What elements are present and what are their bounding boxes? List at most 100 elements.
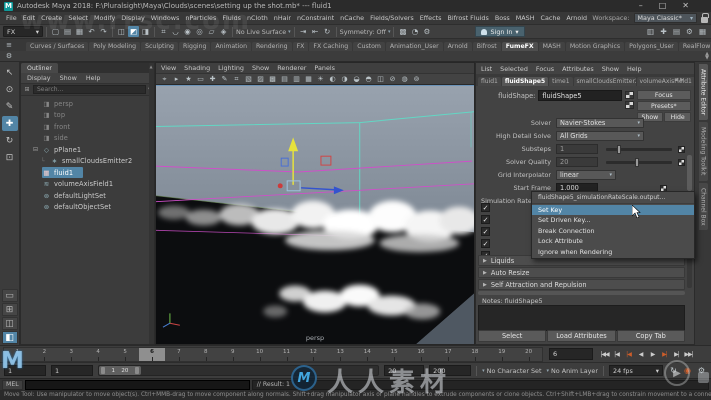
outliner-item[interactable]: ◨persp <box>21 98 154 110</box>
timeline-frame[interactable]: 14 <box>354 348 381 361</box>
play-backwards-button[interactable]: ◀ <box>635 351 646 358</box>
step-back-key-button[interactable]: |◀ <box>623 351 634 358</box>
select-tool-button[interactable]: ↖ <box>2 65 18 80</box>
workspace-selector[interactable]: Maya Classic*▾ <box>634 13 697 23</box>
menu-item[interactable]: Create <box>38 14 65 22</box>
timeline-frame[interactable]: 3 <box>58 348 85 361</box>
shelf-tab[interactable]: Motion Graphics <box>566 42 624 51</box>
attribute-editor-menu-item[interactable]: Attributes <box>562 65 594 73</box>
map-button-icon[interactable] <box>678 159 685 166</box>
range-slider-handle[interactable]: 120 <box>99 366 141 375</box>
outliner-scrollbar[interactable] <box>149 63 154 344</box>
mel-input-field[interactable] <box>25 380 250 390</box>
layout-single-pane-button[interactable]: ▭ <box>2 289 18 302</box>
shelf-tab[interactable]: RealFlow <box>679 42 711 51</box>
outliner-item[interactable]: ⊚defaultObjectSet <box>21 202 154 214</box>
timeline-frame[interactable]: 15 <box>381 348 408 361</box>
menu-item[interactable]: Windows <box>148 14 183 22</box>
fps-dropdown[interactable]: 24 fps▾ <box>609 365 663 376</box>
shelf-tab[interactable]: Animation_User <box>386 42 443 51</box>
shadows-icon[interactable]: ◑ <box>339 74 350 84</box>
context-menu-item[interactable]: Break Connection <box>532 226 694 237</box>
go-to-start-button[interactable]: |◀◀ <box>599 351 610 358</box>
multisample-icon[interactable]: ◫ <box>375 74 386 84</box>
timeline-frame[interactable]: 8 <box>192 348 219 361</box>
go-to-end-button[interactable]: ▶▶| <box>683 351 694 358</box>
animation-start-field[interactable]: 1 <box>4 365 46 376</box>
grease-pencil-icon[interactable]: ✎ <box>219 74 230 84</box>
input-connections-icon[interactable]: ⇥ <box>298 26 309 37</box>
attribute-editor-tab[interactable]: fluidShape5 <box>502 77 548 86</box>
attribute-editor-menu-item[interactable]: Help <box>627 65 642 73</box>
outliner-item[interactable]: ≋volumeAxisField1 <box>21 179 154 191</box>
outliner-item[interactable]: ◨front <box>21 121 154 133</box>
image-plane-icon[interactable]: ▭ <box>195 74 206 84</box>
camera-attributes-icon[interactable]: ▸ <box>171 74 182 84</box>
attribute-editor-tab[interactable]: time1 <box>549 77 572 86</box>
timeline-frame[interactable]: 18 <box>461 348 488 361</box>
construction-history-icon[interactable]: ↻ <box>322 26 333 37</box>
shelf-tab[interactable]: Poly Modeling <box>89 42 140 51</box>
range-slider[interactable]: 120 <box>98 365 379 376</box>
swap-node-icon[interactable] <box>625 101 634 109</box>
playback-loop-icon[interactable]: ↻ <box>668 365 679 376</box>
substeps-slider[interactable] <box>606 148 672 151</box>
grid-interpolator-dropdown[interactable]: linear▾ <box>556 170 616 180</box>
shelf-scroll-arrows[interactable]: ▲▼ <box>705 52 709 60</box>
tab-scroll-arrows[interactable]: ◀▶ <box>674 77 684 85</box>
outliner-item[interactable]: ▦fluid1 <box>21 167 154 179</box>
menu-item[interactable]: Display <box>118 14 148 22</box>
solver-dropdown[interactable]: Navier-Stokes▾ <box>556 118 644 128</box>
shelf-tab[interactable]: Sculpting <box>141 42 178 51</box>
paint-select-tool-button[interactable]: ✎ <box>2 99 18 114</box>
menu-item[interactable]: nHair <box>271 14 294 22</box>
viewport-canvas[interactable]: persp <box>156 85 474 344</box>
select-camera-icon[interactable]: ⌖ <box>159 74 170 84</box>
outliner-item[interactable]: ◇pPlane1 <box>21 144 154 156</box>
menu-item[interactable]: Bifrost Fluids <box>444 14 491 22</box>
timeline-frame[interactable]: 9 <box>219 348 246 361</box>
viewport-menu-item[interactable]: Panels <box>314 64 335 72</box>
shelf-gear-icon[interactable]: ⚙ <box>4 51 14 60</box>
ambient-occlusion-icon[interactable]: ◒ <box>351 74 362 84</box>
timeline-frame[interactable]: 4 <box>85 348 112 361</box>
modeling-toolkit-toggle-icon[interactable]: ▥ <box>645 26 656 37</box>
file-open-icon[interactable]: ▤ <box>62 26 73 37</box>
layout-two-pane-button[interactable]: ◫ <box>2 317 18 330</box>
viewport-menu-item[interactable]: Renderer <box>277 64 306 72</box>
timeline-frame[interactable]: 13 <box>327 348 354 361</box>
sign-in-button[interactable]: Sign In▾ <box>475 26 524 37</box>
shelf-tab[interactable]: FX Caching <box>309 42 352 51</box>
checkbox[interactable]: ✓ <box>481 203 490 212</box>
sidebar-tab[interactable]: Modeling Toolkit <box>699 122 708 180</box>
context-menu-item[interactable]: Lock Attribute <box>532 236 694 247</box>
snap-curve-icon[interactable]: ◡ <box>170 26 181 37</box>
timeline-frame[interactable]: 10 <box>246 348 273 361</box>
timeline-track[interactable]: 1234567891011121314151617181920 <box>3 347 543 362</box>
layout-outliner-persp-button[interactable]: ◧ <box>2 331 18 344</box>
plugin-shading-icon[interactable]: ⊚ <box>411 74 422 84</box>
snap-grid-icon[interactable]: ⌗ <box>158 26 169 37</box>
shelf-menu-icon[interactable]: ≡ <box>4 41 14 50</box>
make-live-icon[interactable]: ◈ <box>218 26 229 37</box>
menu-item[interactable]: nParticles <box>182 14 219 22</box>
title-bar[interactable]: M Autodesk Maya 2018: F:\Pluralsight\May… <box>0 0 711 12</box>
tool-settings-toggle-icon[interactable]: ⚙ <box>684 26 695 37</box>
channel-box-toggle-icon[interactable]: ▦ <box>697 26 708 37</box>
high-detail-solve-dropdown[interactable]: All Grids▾ <box>556 131 644 141</box>
outliner-item[interactable]: ⊚defaultLightSet <box>21 190 154 202</box>
render-frame-icon[interactable]: ▩ <box>397 26 408 37</box>
current-frame-field[interactable]: 6 <box>549 348 593 360</box>
outliner-menu-item[interactable]: Help <box>86 74 101 82</box>
rotate-tool-button[interactable]: ↻ <box>2 133 18 148</box>
timeline-frame[interactable]: 7 <box>165 348 192 361</box>
solver-quality-field[interactable]: 20 <box>556 157 598 167</box>
character-set-selector[interactable]: ▾No Character Set <box>482 367 541 375</box>
substeps-field[interactable]: 1 <box>556 144 598 154</box>
context-menu-item[interactable]: Set Driven Key... <box>532 215 694 226</box>
snap-point-icon[interactable]: ◉ <box>182 26 193 37</box>
sidebar-tab[interactable]: Channel Box <box>699 183 708 231</box>
playback-start-field[interactable]: 1 <box>51 365 93 376</box>
outliner-item[interactable]: ◨top <box>21 110 154 122</box>
lock-icon[interactable] <box>701 17 708 23</box>
